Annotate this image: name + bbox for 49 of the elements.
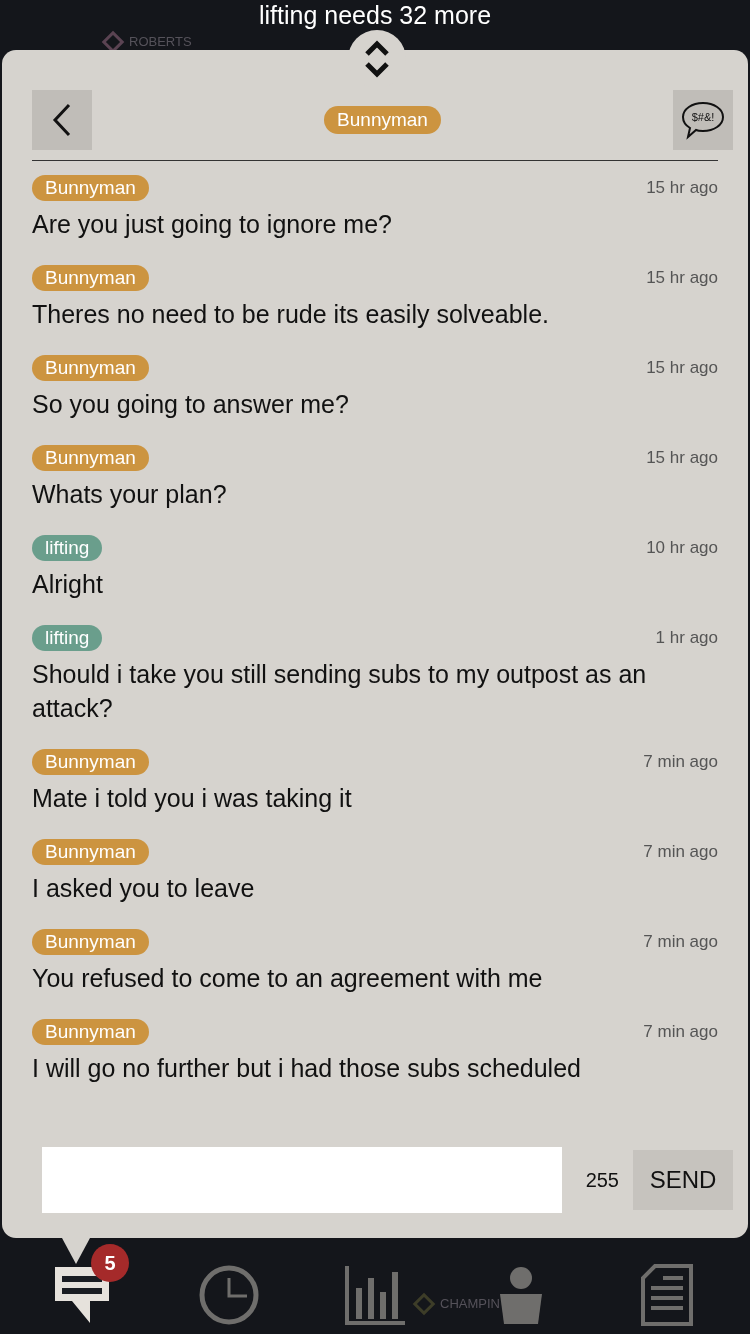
author-tag: Bunnyman: [32, 749, 149, 775]
send-button[interactable]: SEND: [633, 1150, 733, 1210]
message-time: 1 hr ago: [655, 627, 718, 649]
clock-icon: [198, 1264, 260, 1326]
message-text: You refused to come to an agreement with me: [32, 963, 544, 994]
author-tag: Bunnyman: [32, 1019, 149, 1045]
author-tag: Bunnyman: [32, 355, 149, 381]
message-text: Mate i told you i was taking it: [32, 783, 353, 814]
message-text: Alright: [32, 569, 104, 600]
back-icon: [52, 103, 72, 137]
message-time: 7 min ago: [643, 931, 718, 953]
speech-bubble-icon: [681, 100, 725, 140]
document-icon: [641, 1264, 693, 1326]
message-time: 7 min ago: [643, 841, 718, 863]
up-down-chevron-icon: [364, 40, 390, 78]
bar-chart-icon: [344, 1264, 406, 1326]
message-time: 15 hr ago: [646, 177, 718, 199]
message-text: Theres no need to be rude its easily solveable.: [32, 299, 550, 330]
message-time: 15 hr ago: [646, 267, 718, 289]
message-text: I will go no further but i had those subs scheduled: [32, 1053, 582, 1084]
back-button[interactable]: [32, 90, 92, 150]
message-text: Whats your plan?: [32, 479, 228, 510]
objective-text: lifting needs 32 more: [258, 0, 492, 30]
unread-badge: 5: [91, 1244, 129, 1282]
message-input-field[interactable]: [42, 1147, 562, 1213]
nav-tab[interactable]: 5: [33, 1238, 133, 1334]
filter-symbol-text: $#&!: [691, 111, 715, 123]
message-time: 10 hr ago: [646, 537, 718, 559]
map-label: CHAMPIN: [440, 1295, 500, 1313]
author-tag: Bunnyman: [32, 839, 149, 865]
author-tag: lifting: [32, 535, 103, 561]
message-time: 15 hr ago: [646, 357, 718, 379]
character-count: 255: [585, 1168, 619, 1193]
author-tag: Bunnyman: [32, 445, 149, 471]
author-tag: Bunnyman: [32, 929, 149, 955]
message-time: 15 hr ago: [646, 447, 718, 469]
message-text: I asked you to leave: [32, 873, 256, 904]
map-marker-icon: [412, 1292, 436, 1316]
message-time: 7 min ago: [643, 751, 718, 773]
profanity-filter-button[interactable]: $#&!: [673, 90, 733, 150]
message-text: Should i take you still sending subs to my outpost as an attack?: [32, 659, 648, 724]
author-tag: Bunnyman: [32, 265, 149, 291]
map-label: ROBERTS: [129, 33, 192, 51]
message-time: 7 min ago: [643, 1021, 718, 1043]
chat-title: Bunnyman: [324, 106, 441, 134]
author-tag: lifting: [32, 625, 103, 651]
message-text: So you going to answer me?: [32, 389, 350, 420]
message-text: Are you just going to ignore me?: [32, 209, 393, 240]
author-tag: Bunnyman: [32, 175, 149, 201]
